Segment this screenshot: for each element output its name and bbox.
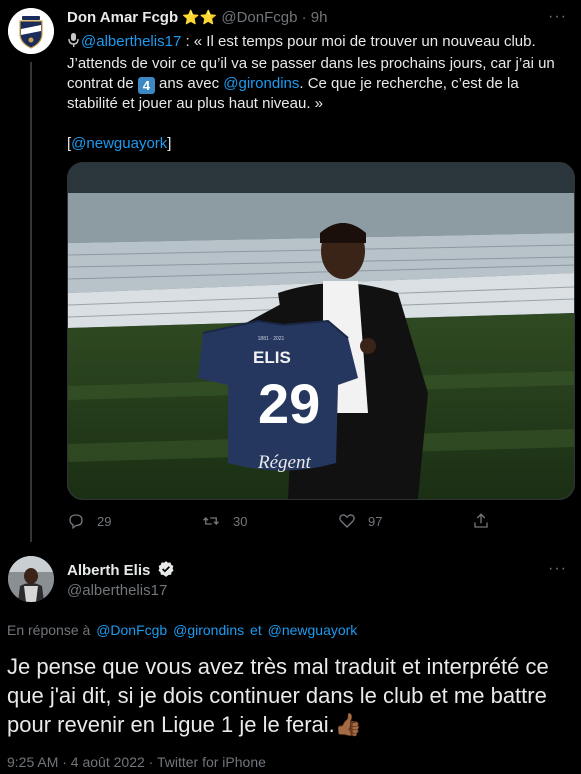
reply-link-newguayork[interactable]: @newguayork — [268, 622, 358, 638]
more-icon[interactable]: ··· — [548, 560, 567, 578]
tweet-header: Don Amar Fcgb ⭐⭐ @DonFcgb · 9h — [67, 9, 328, 26]
thread-connector-line — [30, 62, 32, 542]
jersey-years: 1881 · 2021 — [258, 336, 285, 342]
display-name[interactable]: Don Amar Fcgb — [67, 9, 178, 26]
share-button[interactable] — [472, 512, 490, 530]
avatar-photo — [8, 556, 54, 602]
credit-link[interactable]: @newguayork — [71, 135, 167, 152]
reply-count: 29 — [97, 513, 112, 529]
like-count: 97 — [368, 513, 383, 529]
share-icon — [474, 513, 488, 528]
stars-emoji: ⭐⭐ — [182, 9, 218, 25]
reply-icon — [69, 514, 83, 530]
tweet2-meta[interactable]: 9:25 AM · 4 août 2022 · Twitter for iPho… — [7, 754, 266, 770]
tweet-photo[interactable]: 1881 · 2021 ELIS 29 Régent — [67, 162, 575, 500]
microphone-icon — [67, 32, 81, 54]
number-badge: 4 — [137, 77, 155, 94]
bordeaux-crest-icon — [8, 8, 54, 54]
tweet2-text: Je pense que vous avez très mal traduit … — [7, 654, 549, 737]
reply-context: En réponse à @DonFcgb @girondins et @new… — [7, 622, 358, 638]
timestamp[interactable]: 9h — [311, 9, 328, 26]
mention-link[interactable]: @alberthelis17 — [81, 33, 181, 50]
reply-link-donfcgb[interactable]: @DonFcgb — [96, 622, 167, 638]
retweet-count: 30 — [233, 513, 248, 529]
verified-icon — [157, 560, 175, 582]
mention-link-girondins[interactable]: @girondins — [223, 75, 299, 92]
jersey-name: ELIS — [253, 348, 291, 367]
retweet-button[interactable]: 30 — [201, 512, 247, 530]
tweet-text: @alberthelis17 : « Il est temps pour moi… — [67, 32, 555, 152]
display-name-2[interactable]: Alberth Elis — [67, 562, 150, 579]
more-icon[interactable]: ··· — [548, 8, 567, 26]
tweet-actions: 29 30 97 — [67, 512, 507, 534]
reply-button[interactable]: 29 — [67, 512, 111, 530]
retweet-icon — [203, 517, 219, 525]
user-handle-2[interactable]: @alberthelis17 — [67, 582, 167, 599]
user-handle[interactable]: @DonFcgb — [221, 9, 297, 26]
tweet2-header: Alberth Elis — [67, 560, 175, 582]
thumbs-up-emoji: 👍🏾 — [334, 712, 363, 737]
jersey-sponsor: Régent — [257, 452, 311, 473]
like-icon — [339, 514, 355, 528]
avatar-don-amar[interactable] — [8, 8, 54, 54]
like-button[interactable]: 97 — [338, 512, 382, 530]
photo-illustration: 1881 · 2021 ELIS 29 Régent — [68, 163, 574, 499]
reply-link-girondins[interactable]: @girondins — [173, 622, 244, 638]
avatar-alberth-elis[interactable] — [8, 556, 54, 602]
jersey-number: 29 — [258, 372, 320, 435]
